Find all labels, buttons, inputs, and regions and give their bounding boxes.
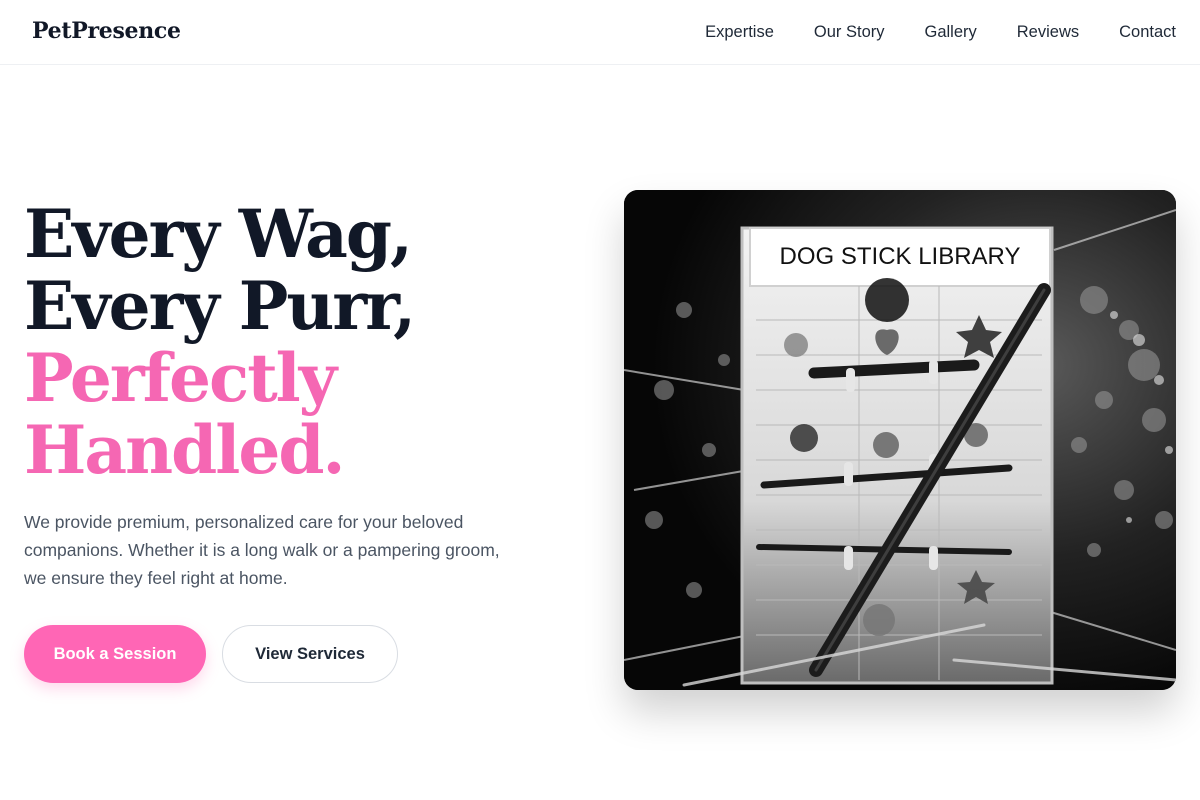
view-services-button[interactable]: View Services [222, 625, 398, 683]
dog-stick-library-photo: DOG STICK LIBRARY [624, 190, 1176, 690]
nav-link-contact[interactable]: Contact [1119, 22, 1176, 42]
headline-line-1: Every Wag, [24, 195, 413, 273]
hero-cta-group: Book a Session View Services [24, 625, 398, 683]
hero-photo: DOG STICK LIBRARY [624, 190, 1176, 690]
top-navbar: PetPresence Expertise Our Story Gallery … [0, 0, 1200, 65]
nav-link-our-story[interactable]: Our Story [814, 22, 885, 42]
book-session-button[interactable]: Book a Session [24, 625, 206, 683]
headline-line-2: Every Purr, [24, 267, 416, 345]
photo-sign-text: DOG STICK LIBRARY [780, 243, 1021, 270]
brand-logo[interactable]: PetPresence [32, 18, 181, 44]
hero-description: We provide premium, personalized care fo… [24, 512, 500, 588]
nav-link-gallery[interactable]: Gallery [925, 22, 977, 42]
hero-text: Every Wag, Every Purr, Perfectly Handled… [24, 198, 544, 592]
main-nav: Expertise Our Story Gallery Reviews Cont… [705, 22, 1176, 42]
nav-link-reviews[interactable]: Reviews [1017, 22, 1079, 42]
headline-line-3-accent: Perfectly [24, 339, 337, 417]
nav-link-expertise[interactable]: Expertise [705, 22, 774, 42]
headline-line-4-accent: Handled. [24, 411, 345, 489]
hero-headline: Every Wag, Every Purr, Perfectly Handled… [24, 198, 544, 486]
